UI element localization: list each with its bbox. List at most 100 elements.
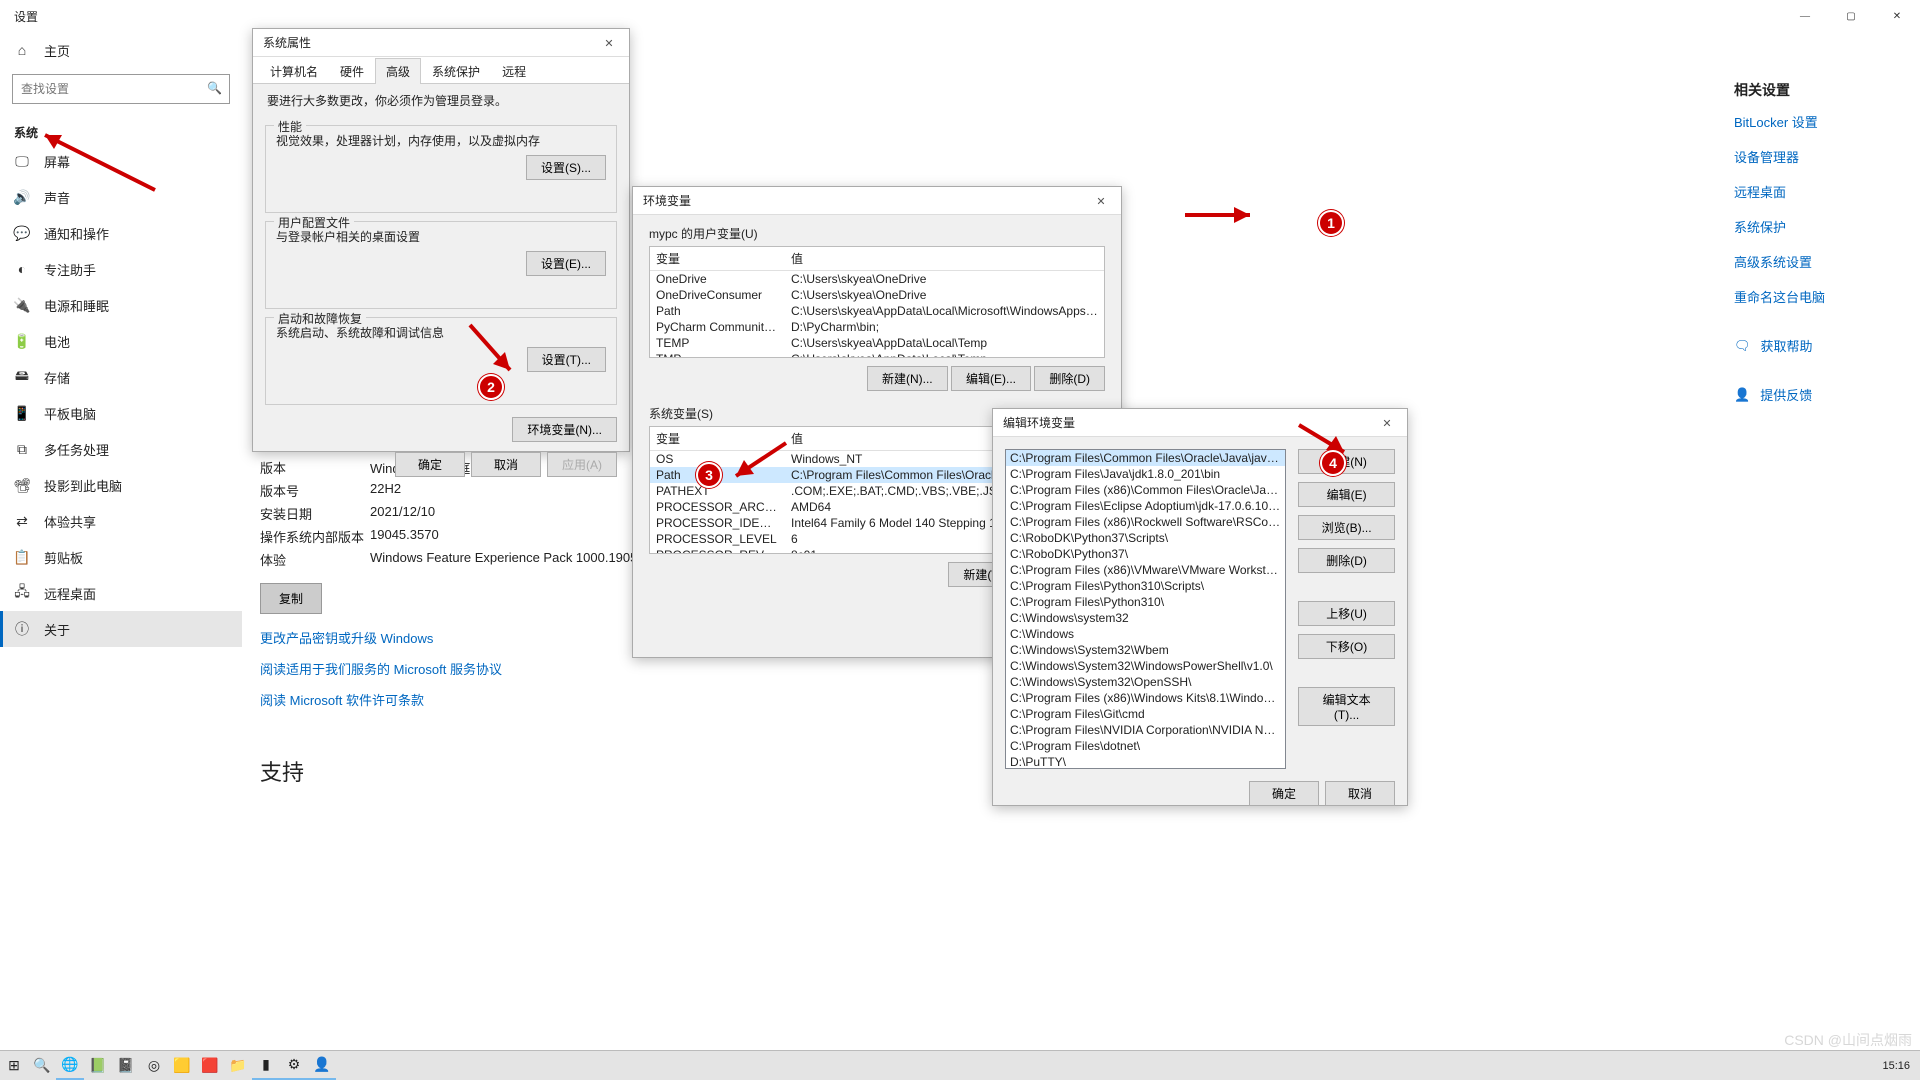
table-row[interactable]: PyCharm Community EditionD:\PyCharm\bin; <box>650 319 1104 335</box>
list-item[interactable]: C:\Program Files (x86)\VMware\VMware Wor… <box>1006 562 1285 578</box>
rel-bitlocker[interactable]: BitLocker 设置 <box>1734 112 1884 131</box>
list-item[interactable]: C:\Program Files\Java\jdk1.8.0_201\bin <box>1006 466 1285 482</box>
startup-settings-button[interactable]: 设置(T)... <box>527 347 606 372</box>
link-license-terms[interactable]: 阅读 Microsoft 软件许可条款 <box>260 690 960 709</box>
edit-up-button[interactable]: 上移(U) <box>1298 601 1395 626</box>
sidebar-item[interactable]: ◐专注助手 <box>0 251 242 287</box>
edit-cancel[interactable]: 取消 <box>1325 781 1395 806</box>
edit-edit-button[interactable]: 编辑(E) <box>1298 482 1395 507</box>
sidebar-item[interactable]: 🔌电源和睡眠 <box>0 287 242 323</box>
rel-help[interactable]: 获取帮助 <box>1761 336 1813 355</box>
taskbar[interactable]: ⊞ 🔍 🌐 📗 📓 ◎ 🟨 🟥 📁 ▮ ⚙ 👤 15:16 <box>0 1050 1920 1080</box>
list-item[interactable]: C:\Windows\System32\Wbem <box>1006 642 1285 658</box>
list-item[interactable]: C:\Program Files\Python310\Scripts\ <box>1006 578 1285 594</box>
chrome-icon[interactable]: ◎ <box>140 1052 168 1080</box>
link-service-agreement[interactable]: 阅读适用于我们服务的 Microsoft 服务协议 <box>260 659 960 678</box>
sidebar-item[interactable]: 📱平板电脑 <box>0 395 242 431</box>
table-row[interactable]: OneDriveC:\Users\skyea\OneDrive <box>650 271 1104 287</box>
taskview-search-icon[interactable]: 🔍 <box>28 1052 56 1080</box>
rel-system-protection[interactable]: 系统保护 <box>1734 217 1884 236</box>
start-button[interactable]: ⊞ <box>0 1052 28 1080</box>
col-variable[interactable]: 变量 <box>650 247 785 270</box>
col-value[interactable]: 值 <box>785 247 1104 270</box>
user-delete-button[interactable]: 删除(D) <box>1034 366 1105 391</box>
edit-text-button[interactable]: 编辑文本(T)... <box>1298 687 1395 726</box>
env-vars-button[interactable]: 环境变量(N)... <box>512 417 617 442</box>
tab-2[interactable]: 高级 <box>375 58 421 84</box>
tab-0[interactable]: 计算机名 <box>259 58 329 84</box>
home-item[interactable]: ⌂主页 <box>0 32 242 68</box>
close-button[interactable]: ✕ <box>1874 0 1920 32</box>
copy-button[interactable]: 复制 <box>260 583 322 614</box>
list-item[interactable]: C:\Program Files (x86)\Rockwell Software… <box>1006 514 1285 530</box>
close-icon[interactable]: ✕ <box>1367 409 1407 437</box>
search-input[interactable] <box>12 74 230 104</box>
table-row[interactable]: OneDriveConsumerC:\Users\skyea\OneDrive <box>650 287 1104 303</box>
list-item[interactable]: C:\Program Files\Git\cmd <box>1006 706 1285 722</box>
list-item[interactable]: D:\PuTTY\ <box>1006 754 1285 769</box>
list-item[interactable]: C:\Program Files\Eclipse Adoptium\jdk-17… <box>1006 498 1285 514</box>
edit-new-button[interactable]: 新建(N) <box>1298 449 1395 474</box>
explorer-icon[interactable]: 📁 <box>224 1052 252 1080</box>
list-item[interactable]: C:\RoboDK\Python37\Scripts\ <box>1006 530 1285 546</box>
rel-device-manager[interactable]: 设备管理器 <box>1734 147 1884 166</box>
path-list[interactable]: C:\Program Files\Common Files\Oracle\Jav… <box>1005 449 1286 769</box>
list-item[interactable]: C:\Program Files\Common Files\Oracle\Jav… <box>1006 450 1285 466</box>
rel-advanced-system[interactable]: 高级系统设置 <box>1734 252 1884 271</box>
close-icon[interactable]: ✕ <box>1081 187 1121 215</box>
sidebar-item[interactable]: 🔋电池 <box>0 323 242 359</box>
list-item[interactable]: C:\Program Files\NVIDIA Corporation\NVID… <box>1006 722 1285 738</box>
env-title[interactable]: 环境变量 <box>633 187 1121 215</box>
edit-env-title[interactable]: 编辑环境变量 <box>993 409 1407 437</box>
app-icon[interactable]: 📗 <box>84 1052 112 1080</box>
sidebar-item[interactable]: 📋剪贴板 <box>0 539 242 575</box>
list-item[interactable]: C:\RoboDK\Python37\ <box>1006 546 1285 562</box>
table-row[interactable]: TMPC:\Users\skyea\AppData\Local\Temp <box>650 351 1104 358</box>
col-variable[interactable]: 变量 <box>650 427 785 450</box>
app-icon[interactable]: 🟨 <box>168 1052 196 1080</box>
edit-down-button[interactable]: 下移(O) <box>1298 634 1395 659</box>
table-row[interactable]: TEMPC:\Users\skyea\AppData\Local\Temp <box>650 335 1104 351</box>
list-item[interactable]: C:\Windows <box>1006 626 1285 642</box>
sysprops-cancel[interactable]: 取消 <box>471 452 541 477</box>
sysprops-title[interactable]: 系统属性 <box>253 29 629 57</box>
sidebar-item[interactable]: 🖵屏幕 <box>0 143 242 179</box>
list-item[interactable]: C:\Windows\System32\OpenSSH\ <box>1006 674 1285 690</box>
tab-4[interactable]: 远程 <box>491 58 537 84</box>
sidebar-item[interactable]: 🖴存储 <box>0 359 242 395</box>
list-item[interactable]: C:\Windows\system32 <box>1006 610 1285 626</box>
user-edit-button[interactable]: 编辑(E)... <box>951 366 1031 391</box>
tab-1[interactable]: 硬件 <box>329 58 375 84</box>
list-item[interactable]: C:\Windows\System32\WindowsPowerShell\v1… <box>1006 658 1285 674</box>
list-item[interactable]: C:\Program Files\dotnet\ <box>1006 738 1285 754</box>
maximize-button[interactable]: ▢ <box>1828 0 1874 32</box>
sidebar-item[interactable]: ⇄体验共享 <box>0 503 242 539</box>
minimize-button[interactable]: — <box>1782 0 1828 32</box>
sidebar-item[interactable]: 🔊声音 <box>0 179 242 215</box>
user-vars-table[interactable]: 变量值 OneDriveC:\Users\skyea\OneDriveOneDr… <box>649 246 1105 358</box>
app-icon[interactable]: 📓 <box>112 1052 140 1080</box>
sidebar-item[interactable]: 📽投影到此电脑 <box>0 467 242 503</box>
list-item[interactable]: C:\Program Files (x86)\Windows Kits\8.1\… <box>1006 690 1285 706</box>
user-new-button[interactable]: 新建(N)... <box>867 366 948 391</box>
sidebar-item[interactable]: 💬通知和操作 <box>0 215 242 251</box>
close-icon[interactable]: ✕ <box>589 29 629 57</box>
sysprops-ok[interactable]: 确定 <box>395 452 465 477</box>
sidebar-item[interactable]: ⓘ关于 <box>0 611 242 647</box>
app-icon[interactable]: 👤 <box>308 1052 336 1080</box>
perf-settings-button[interactable]: 设置(S)... <box>526 155 606 180</box>
edit-delete-button[interactable]: 删除(D) <box>1298 548 1395 573</box>
settings-taskbar-icon[interactable]: ⚙ <box>280 1052 308 1080</box>
table-row[interactable]: PathC:\Users\skyea\AppData\Local\Microso… <box>650 303 1104 319</box>
taskbar-clock[interactable]: 15:16 <box>1882 1060 1920 1072</box>
sidebar-item[interactable]: 🖧远程桌面 <box>0 575 242 611</box>
rel-feedback[interactable]: 提供反馈 <box>1760 385 1812 404</box>
profile-settings-button[interactable]: 设置(E)... <box>526 251 606 276</box>
edit-browse-button[interactable]: 浏览(B)... <box>1298 515 1395 540</box>
list-item[interactable]: C:\Program Files\Python310\ <box>1006 594 1285 610</box>
edit-ok[interactable]: 确定 <box>1249 781 1319 806</box>
rel-remote-desktop[interactable]: 远程桌面 <box>1734 182 1884 201</box>
rel-rename-pc[interactable]: 重命名这台电脑 <box>1734 287 1884 306</box>
tab-3[interactable]: 系统保护 <box>421 58 491 84</box>
app-icon[interactable]: 🟥 <box>196 1052 224 1080</box>
